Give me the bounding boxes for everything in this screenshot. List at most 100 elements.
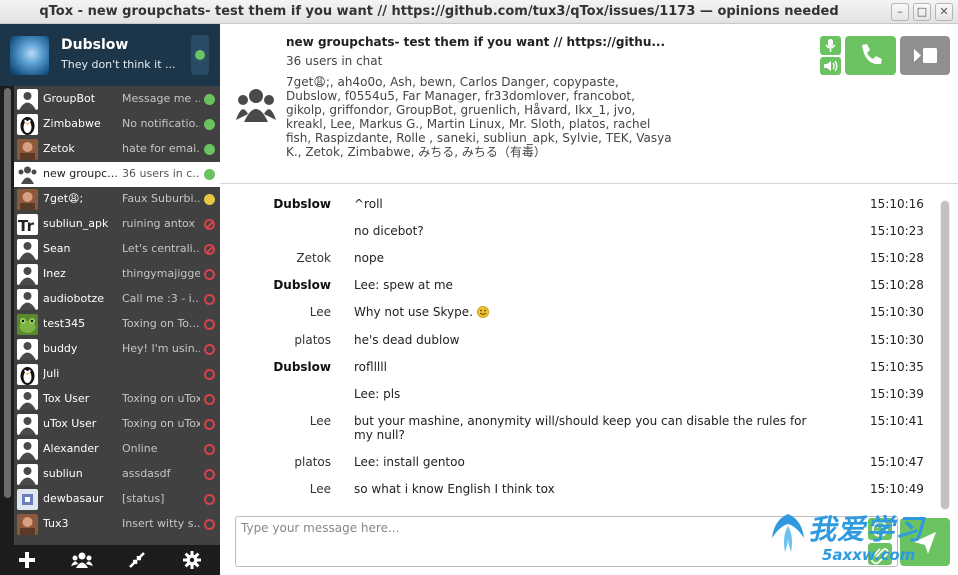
contact-item[interactable]: Zimbabwe No notificatio...: [14, 112, 220, 137]
contact-name: subliun_apk: [43, 217, 109, 230]
contact-item[interactable]: buddy Hey! I'm usin...: [14, 337, 220, 362]
contact-name: Alexander: [43, 442, 99, 455]
contact-status-message: Hey! I'm usin...: [122, 342, 200, 355]
self-status-button[interactable]: [191, 35, 209, 75]
message-text: no dicebot?: [354, 224, 824, 238]
contact-item[interactable]: test345 Toxing on To...: [14, 312, 220, 337]
offline-status-icon: [204, 394, 215, 405]
contact-item[interactable]: Sean Let's centrali...: [14, 237, 220, 262]
contact-name: Zimbabwe: [43, 117, 101, 130]
contact-item[interactable]: new groupc... 36 users in c...: [14, 162, 220, 187]
contact-list: GroupBot Message me ... Zimbabwe No notific…: [14, 86, 220, 545]
contact-status-message: thingymajigger: [122, 267, 200, 280]
contact-name: subliun: [43, 467, 83, 480]
photo-avatar: [17, 139, 38, 160]
contact-status-message: Toxing on uTox: [122, 392, 200, 405]
add-friend-button[interactable]: [13, 549, 41, 571]
text-avatar: Tr: [17, 214, 38, 235]
message-timestamp: 15:10:41: [870, 414, 924, 428]
attach-file-button[interactable]: [868, 543, 892, 565]
contact-item[interactable]: Alexander Online: [14, 437, 220, 462]
close-button[interactable]: ✕: [935, 3, 953, 21]
message-text: Lee: install gentoo: [354, 455, 824, 469]
contact-name: audiobotze: [43, 292, 105, 305]
window-title: qTox - new groupchats- test them if you …: [39, 4, 839, 19]
person-icon: [17, 239, 38, 260]
message-author[interactable]: Dubslow: [230, 360, 331, 374]
contact-status-message: Online: [122, 442, 158, 455]
contact-item[interactable]: Tr subliun_apk ruining antox: [14, 212, 220, 237]
contact-name: Zetok: [43, 142, 75, 155]
message-timestamp: 15:10:28: [870, 251, 924, 265]
settings-button[interactable]: [178, 549, 206, 571]
message-author[interactable]: Zetok: [230, 251, 331, 265]
online-status-icon: [195, 50, 205, 60]
message-author[interactable]: Dubslow: [230, 278, 331, 292]
volume-icon: [824, 60, 838, 72]
message-timestamp: 15:10:35: [870, 360, 924, 374]
contact-item[interactable]: Zetok hate for emai...: [14, 137, 220, 162]
message-author[interactable]: Lee: [230, 414, 331, 428]
contact-status-message: 36 users in c...: [122, 167, 200, 180]
contact-name: GroupBot: [43, 92, 96, 105]
contact-item[interactable]: Juli: [14, 362, 220, 387]
message-author[interactable]: platos: [230, 455, 331, 469]
offline-status-icon: [204, 444, 215, 455]
contact-status-message: Toxing on uTox: [122, 417, 200, 430]
file-transfers-button[interactable]: [123, 549, 151, 571]
contact-item[interactable]: uTox User Toxing on uTox: [14, 412, 220, 437]
minimize-button[interactable]: –: [891, 3, 909, 21]
audio-call-button[interactable]: [845, 36, 896, 75]
self-status-message[interactable]: They don't think it ...: [61, 58, 176, 71]
send-button[interactable]: [900, 518, 950, 566]
contact-item[interactable]: dewbasaur [status]: [14, 487, 220, 512]
message-author[interactable]: Lee: [230, 482, 331, 496]
message-text-content: nope: [354, 251, 384, 265]
person-icon: [17, 289, 38, 310]
video-call-button[interactable]: [900, 36, 950, 75]
message-input-box[interactable]: [235, 516, 898, 567]
emoji-button[interactable]: [868, 518, 892, 540]
contact-item[interactable]: audiobotze Call me :3 - i...: [14, 287, 220, 312]
person-icon: [17, 389, 38, 410]
tux-avatar: [17, 114, 38, 135]
maximize-button[interactable]: □: [913, 3, 931, 21]
group-icon: [17, 164, 38, 185]
offline-status-icon: [204, 269, 215, 280]
video-camera-icon: [914, 48, 937, 63]
self-avatar[interactable]: [10, 36, 49, 75]
online-status-icon: [204, 94, 215, 105]
microphone-button[interactable]: [820, 36, 841, 55]
contact-item[interactable]: GroupBot Message me ...: [14, 87, 220, 112]
message-text-content: Lee: install gentoo: [354, 455, 465, 469]
group-avatar-icon: [236, 89, 276, 122]
message-timestamp: 15:10:30: [870, 333, 924, 347]
contact-item[interactable]: Inez thingymajigger: [14, 262, 220, 287]
message-input[interactable]: [236, 517, 897, 566]
message-author[interactable]: platos: [230, 333, 331, 347]
volume-button[interactable]: [820, 57, 841, 75]
message-text-content: Lee: spew at me: [354, 278, 453, 292]
message-timestamp: 15:10:39: [870, 387, 924, 401]
online-status-icon: [204, 169, 215, 180]
contact-item[interactable]: subliun assdasdf: [14, 462, 220, 487]
message-scroll-thumb[interactable]: [941, 201, 949, 509]
contact-name: Tux3: [43, 517, 69, 530]
message-author[interactable]: Lee: [230, 305, 331, 319]
offline-status-icon: [204, 469, 215, 480]
chat-header: new groupchats- test them if you want //…: [220, 24, 958, 184]
create-group-button[interactable]: [68, 549, 96, 571]
window-titlebar: qTox - new groupchats- test them if you …: [0, 0, 958, 24]
contact-item[interactable]: 7get😩; Faux Suburbi...: [14, 187, 220, 212]
pixel-avatar: [17, 489, 38, 510]
person-icon: [17, 464, 38, 485]
self-profile[interactable]: Dubslow They don't think it ...: [0, 24, 220, 86]
person-icon: [17, 414, 38, 435]
contact-item[interactable]: Tox User Toxing on uTox: [14, 387, 220, 412]
contact-item[interactable]: Tux3 Insert witty s...: [14, 512, 220, 537]
message-author[interactable]: Dubslow: [230, 197, 331, 211]
contact-name: test345: [43, 317, 86, 330]
contact-list-scroll-thumb[interactable]: [4, 88, 11, 498]
chat-member-list: 7get😩;, ah4o0o, Ash, bewn, Carlos Danger…: [286, 75, 672, 159]
self-name[interactable]: Dubslow: [61, 37, 128, 53]
